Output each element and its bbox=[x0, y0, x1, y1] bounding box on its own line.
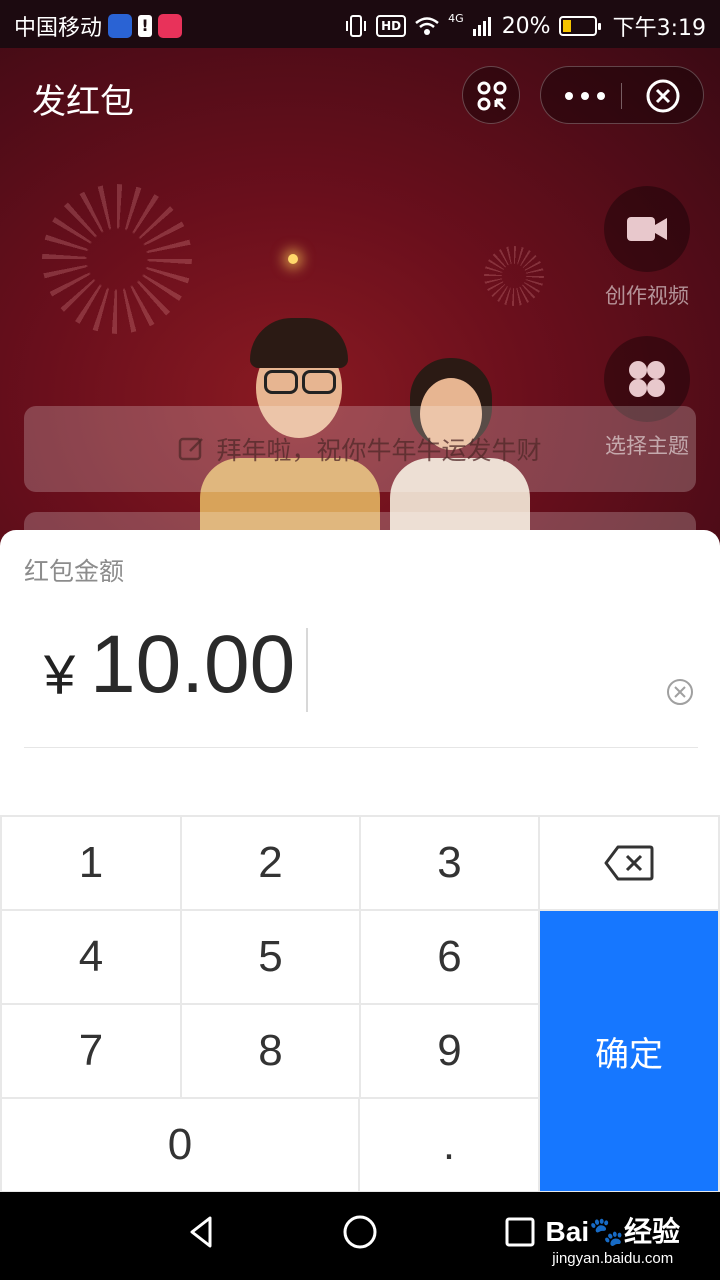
video-camera-icon bbox=[604, 186, 690, 272]
top-nav: 发红包 bbox=[0, 48, 720, 144]
scan-icon bbox=[477, 81, 507, 111]
battery-icon bbox=[558, 16, 601, 36]
notification-app-icon bbox=[158, 14, 183, 38]
edit-icon bbox=[179, 437, 204, 461]
network-type: 4G bbox=[448, 11, 464, 25]
capsule-divider bbox=[621, 83, 622, 109]
key-9[interactable]: 9 bbox=[361, 1005, 538, 1097]
create-video-button[interactable]: 创作视频 bbox=[592, 186, 702, 310]
greeting-text: 拜年啦，祝你牛年牛运发牛财 bbox=[216, 436, 542, 465]
hd-badge: HD bbox=[376, 15, 407, 37]
key-2[interactable]: 2 bbox=[182, 817, 359, 909]
mini-program-capsule bbox=[540, 66, 704, 124]
key-0[interactable]: 0 bbox=[2, 1099, 358, 1191]
status-right: HD 4G 20% 下午3:19 bbox=[344, 10, 706, 42]
watermark-brand-suffix: 经验 bbox=[623, 1216, 680, 1247]
paw-icon: 🐾 bbox=[589, 1216, 624, 1247]
key-5[interactable]: 5 bbox=[182, 911, 359, 1003]
wifi-icon bbox=[415, 17, 439, 35]
key-1[interactable]: 1 bbox=[2, 817, 180, 909]
back-icon[interactable] bbox=[182, 1212, 222, 1252]
close-button[interactable] bbox=[623, 67, 703, 125]
key-8[interactable]: 8 bbox=[182, 1005, 359, 1097]
scan-share-button[interactable] bbox=[462, 66, 520, 124]
status-left: 中国移动 bbox=[14, 10, 183, 42]
currency-symbol: ¥ bbox=[44, 643, 76, 706]
backspace-icon bbox=[604, 845, 654, 881]
more-button[interactable] bbox=[541, 67, 621, 125]
page-title: 发红包 bbox=[32, 82, 134, 122]
watermark-brand: Bai bbox=[545, 1216, 590, 1247]
key-3[interactable]: 3 bbox=[361, 817, 538, 909]
firework-decoration bbox=[484, 246, 544, 306]
spark-decoration bbox=[288, 254, 298, 264]
carrier-label: 中国移动 bbox=[14, 16, 103, 41]
key-4[interactable]: 4 bbox=[2, 911, 180, 1003]
confirm-button[interactable]: 确定 bbox=[540, 911, 718, 1191]
baidu-app-icon bbox=[108, 14, 133, 38]
clock: 下午3:19 bbox=[612, 16, 706, 41]
vibrate-icon bbox=[346, 15, 367, 37]
key-6[interactable]: 6 bbox=[361, 911, 538, 1003]
text-cursor bbox=[306, 628, 308, 712]
status-bar: 中国移动 HD 4G 20% 下午3:19 bbox=[0, 0, 720, 48]
numeric-keypad: 1 2 3 4 5 6 7 8 9 0 . 确定 bbox=[0, 815, 720, 1192]
amount-value: 10.00 bbox=[90, 619, 296, 710]
home-icon[interactable] bbox=[340, 1212, 380, 1252]
amount-input[interactable]: ¥ 10.00 bbox=[24, 618, 698, 748]
firework-decoration bbox=[42, 184, 192, 334]
close-circle-icon bbox=[646, 79, 680, 113]
battery-percent: 20% bbox=[501, 13, 551, 39]
create-video-label: 创作视频 bbox=[605, 284, 689, 308]
clear-icon[interactable] bbox=[666, 678, 694, 706]
key-decimal[interactable]: . bbox=[360, 1099, 538, 1191]
key-7[interactable]: 7 bbox=[2, 1005, 180, 1097]
greeting-message-field[interactable]: 拜年啦，祝你牛年牛运发牛财 bbox=[24, 406, 696, 492]
backspace-key[interactable] bbox=[540, 817, 718, 909]
system-nav-bar: Bai🐾经验 jingyan.baidu.com bbox=[0, 1192, 720, 1280]
alert-icon bbox=[138, 15, 153, 37]
recents-icon[interactable] bbox=[500, 1212, 540, 1252]
signal-icon bbox=[472, 17, 491, 36]
baidu-jingyan-watermark: Bai🐾经验 jingyan.baidu.com bbox=[546, 1210, 680, 1267]
watermark-url: jingyan.baidu.com bbox=[552, 1250, 674, 1267]
amount-label: 红包金额 bbox=[24, 557, 125, 586]
